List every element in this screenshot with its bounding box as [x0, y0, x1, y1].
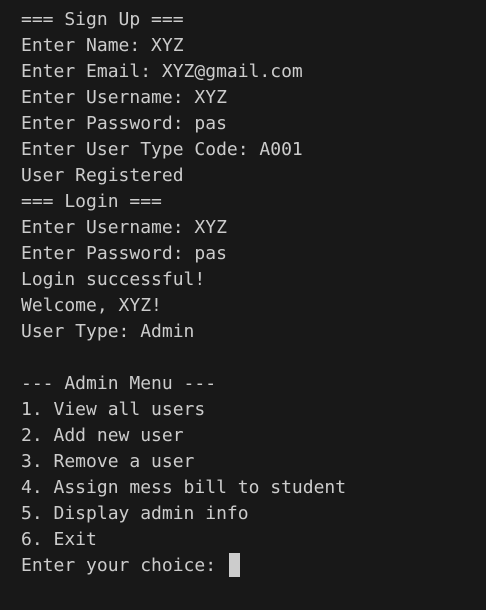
section-header-sign-up: === Sign Up === — [21, 9, 184, 30]
menu-item-remove-user: 3. Remove a user — [21, 451, 195, 472]
menu-item-assign-mess-bill: 4. Assign mess bill to student — [21, 477, 347, 498]
menu-item-exit: 6. Exit — [21, 529, 97, 550]
menu-item-view-users: 1. View all users — [21, 399, 206, 420]
section-header-login: === Login === — [21, 191, 162, 212]
output-line-email: Enter Email: XYZ@gmail.com — [21, 61, 303, 82]
section-header-admin-menu: --- Admin Menu --- — [21, 373, 217, 394]
text-cursor[interactable] — [228, 553, 240, 577]
output-line-login-password: Enter Password: pas — [21, 243, 227, 264]
output-line-user-type: User Type: Admin — [21, 321, 195, 342]
output-line-username: Enter Username: XYZ — [21, 87, 227, 108]
output-line-password: Enter Password: pas — [21, 113, 227, 134]
terminal-output[interactable]: === Sign Up === Enter Name: XYZ Enter Em… — [0, 0, 486, 610]
input-prompt-line[interactable]: Enter your choice: — [21, 553, 486, 579]
output-line-user-type-code: Enter User Type Code: A001 — [21, 139, 303, 160]
output-line-registered: User Registered — [21, 165, 184, 186]
output-line-login-username: Enter Username: XYZ — [21, 217, 227, 238]
menu-item-add-user: 2. Add new user — [21, 425, 184, 446]
input-prompt: Enter your choice: — [21, 555, 227, 576]
output-line-blank — [21, 345, 486, 371]
output-line-name: Enter Name: XYZ — [21, 35, 184, 56]
output-line-welcome: Welcome, XYZ! — [21, 295, 162, 316]
output-line-login-success: Login successful! — [21, 269, 206, 290]
menu-item-display-admin-info: 5. Display admin info — [21, 503, 249, 524]
